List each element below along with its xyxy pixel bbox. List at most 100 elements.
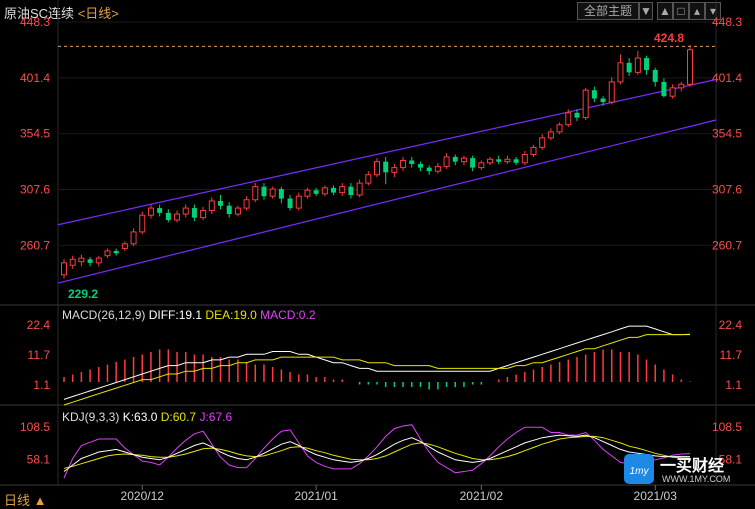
candle-body: [383, 161, 389, 173]
candle-body: [426, 167, 432, 172]
candle-body: [513, 159, 519, 163]
candle-body: [496, 159, 502, 162]
candle-body: [130, 231, 137, 245]
candle-body: [147, 207, 154, 216]
candle-body: [78, 257, 85, 263]
candle-body: [218, 200, 223, 206]
candle-body: [87, 259, 93, 263]
candle-body: [331, 187, 337, 193]
macd-tick-label: 1.1: [725, 378, 742, 392]
candle-body: [687, 49, 693, 85]
candle-body: [304, 189, 311, 197]
candle-body: [313, 190, 319, 194]
candle-body: [556, 124, 563, 133]
candle-body: [287, 198, 293, 209]
macd-tick-label: 22.4: [719, 318, 743, 332]
candle-body: [121, 243, 128, 250]
candle-body: [582, 89, 589, 119]
candle-body: [208, 200, 215, 211]
y-tick-label: 260.7: [712, 238, 742, 252]
kdj-tick-label: 108.5: [712, 420, 742, 434]
candle-body: [652, 69, 658, 82]
y-tick-label: 354.5: [20, 127, 50, 141]
candle-body: [69, 258, 76, 266]
candle-body: [669, 87, 676, 97]
candle-body: [487, 158, 494, 164]
watermark-logo: 1my 一买财经 WWW.1MY.COM: [622, 450, 752, 490]
candle-body: [452, 156, 458, 162]
y-tick-label: 307.6: [20, 183, 50, 197]
candle-body: [339, 186, 346, 194]
candle-body: [574, 112, 580, 118]
candle-body: [591, 90, 597, 99]
candle-body: [191, 208, 197, 218]
candle-body: [470, 158, 476, 168]
candle-body: [478, 162, 485, 169]
candle-body: [174, 213, 181, 221]
watermark-brand: 一买财经: [660, 458, 725, 475]
candle-body: [547, 131, 554, 139]
kdj-j-line: [63, 424, 691, 479]
candle-body: [234, 207, 241, 215]
macd-tick-label: 1.1: [33, 378, 50, 392]
candle-body: [348, 186, 354, 195]
candle-body: [600, 98, 606, 103]
high-price-label: 424.8: [654, 31, 684, 45]
x-tick-label: 2021/02: [460, 489, 504, 503]
macd-tick-label: 11.7: [720, 348, 743, 362]
candle-body: [565, 112, 572, 126]
x-tick-label: 2020/12: [121, 489, 165, 503]
candle-body: [417, 164, 423, 168]
candle-body: [200, 209, 207, 219]
candle-body: [61, 262, 67, 276]
candle-body: [252, 186, 259, 201]
candle-body: [269, 188, 276, 197]
candle-body: [409, 160, 415, 165]
candle-body: [365, 174, 372, 184]
y-tick-label: 307.6: [712, 183, 742, 197]
candle-body: [460, 157, 467, 163]
candle-body: [391, 167, 398, 173]
y-tick-label: 354.5: [712, 127, 742, 141]
candle-body: [261, 186, 267, 197]
candle-body: [504, 158, 511, 163]
candle-body: [530, 146, 537, 156]
candle-body: [661, 81, 667, 97]
channel-lower-line: [57, 119, 717, 284]
candle-body: [139, 214, 146, 233]
macd-dea-line: [63, 334, 690, 406]
candle-body: [243, 199, 250, 209]
candle-body: [321, 187, 328, 195]
kdj-k-line: [63, 434, 690, 472]
candle-body: [95, 257, 102, 264]
kdj-tick-label: 58.1: [27, 453, 51, 467]
channel-upper-line: [57, 78, 717, 226]
candle-body: [165, 212, 171, 220]
candle-body: [104, 250, 111, 257]
chart-canvas[interactable]: 448.3 448.3 401.4 401.4 354.5 354.5 307.6 307.6…: [0, 0, 755, 507]
candle-body: [617, 62, 624, 83]
y-tick-label: 448.3: [20, 15, 50, 29]
x-tick-label: 2021/03: [634, 489, 678, 503]
kdj-tick-label: 108.5: [20, 420, 50, 434]
svg-text:1my: 1my: [630, 466, 650, 477]
candle-body: [182, 207, 189, 215]
candle-body: [608, 81, 615, 103]
y-tick-label: 448.3: [712, 15, 742, 29]
candle-body: [626, 62, 632, 73]
candle-body: [400, 159, 407, 169]
watermark-url: WWW.1MY.COM: [662, 474, 731, 484]
candle-body: [521, 154, 528, 164]
candle-body: [278, 189, 284, 199]
y-tick-label: 260.7: [20, 238, 50, 252]
y-tick-label: 401.4: [20, 71, 50, 85]
candle-body: [356, 182, 363, 196]
candle-body: [539, 137, 546, 148]
candle-body: [644, 58, 650, 70]
candle-body: [678, 83, 685, 89]
low-price-label: 229.2: [68, 287, 98, 301]
macd-tick-label: 22.4: [27, 318, 51, 332]
candle-body: [295, 195, 302, 209]
candle-body: [443, 156, 450, 167]
candle-body: [157, 208, 163, 213]
